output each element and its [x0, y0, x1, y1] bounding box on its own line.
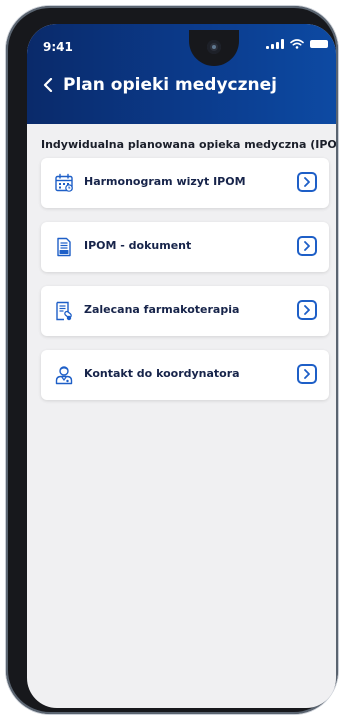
signal-icon [266, 39, 284, 49]
chevron-right-icon[interactable] [297, 300, 317, 320]
phone-frame: 9:41 Plan opieki medycznej Indywidualna … [6, 6, 338, 714]
chevron-right-icon[interactable] [297, 236, 317, 256]
menu-item-label: IPOM - dokument [84, 239, 192, 252]
battery-icon [310, 40, 328, 48]
page-title: Plan opieki medycznej [63, 75, 277, 95]
prescription-icon [54, 301, 74, 321]
calendar-icon [54, 173, 74, 193]
wifi-icon [290, 39, 304, 49]
menu-item-label: Zalecana farmakoterapia [84, 303, 240, 316]
back-arrow-icon[interactable] [43, 78, 53, 92]
menu-item-harmonogram[interactable]: Harmonogram wizyt IPOM [41, 158, 329, 208]
pdf-document-icon [54, 237, 74, 257]
doctor-icon [54, 365, 74, 385]
app-header: 9:41 Plan opieki medycznej [27, 24, 336, 124]
chevron-right-icon[interactable] [297, 172, 317, 192]
front-camera-icon [207, 40, 221, 54]
chevron-right-icon[interactable] [297, 364, 317, 384]
menu-item-farmakoterapia[interactable]: Zalecana farmakoterapia [41, 286, 329, 336]
menu-item-ipom-dokument[interactable]: IPOM - dokument [41, 222, 329, 272]
status-time: 9:41 [43, 40, 73, 54]
menu-item-label: Harmonogram wizyt IPOM [84, 175, 246, 188]
menu-item-koordynator[interactable]: Kontakt do koordynatora [41, 350, 329, 400]
app-screen: 9:41 Plan opieki medycznej Indywidualna … [27, 24, 336, 708]
status-icons [266, 39, 328, 49]
section-title: Indywidualna planowana opieka medyczna (… [41, 138, 336, 151]
menu-item-label: Kontakt do koordynatora [84, 367, 240, 380]
